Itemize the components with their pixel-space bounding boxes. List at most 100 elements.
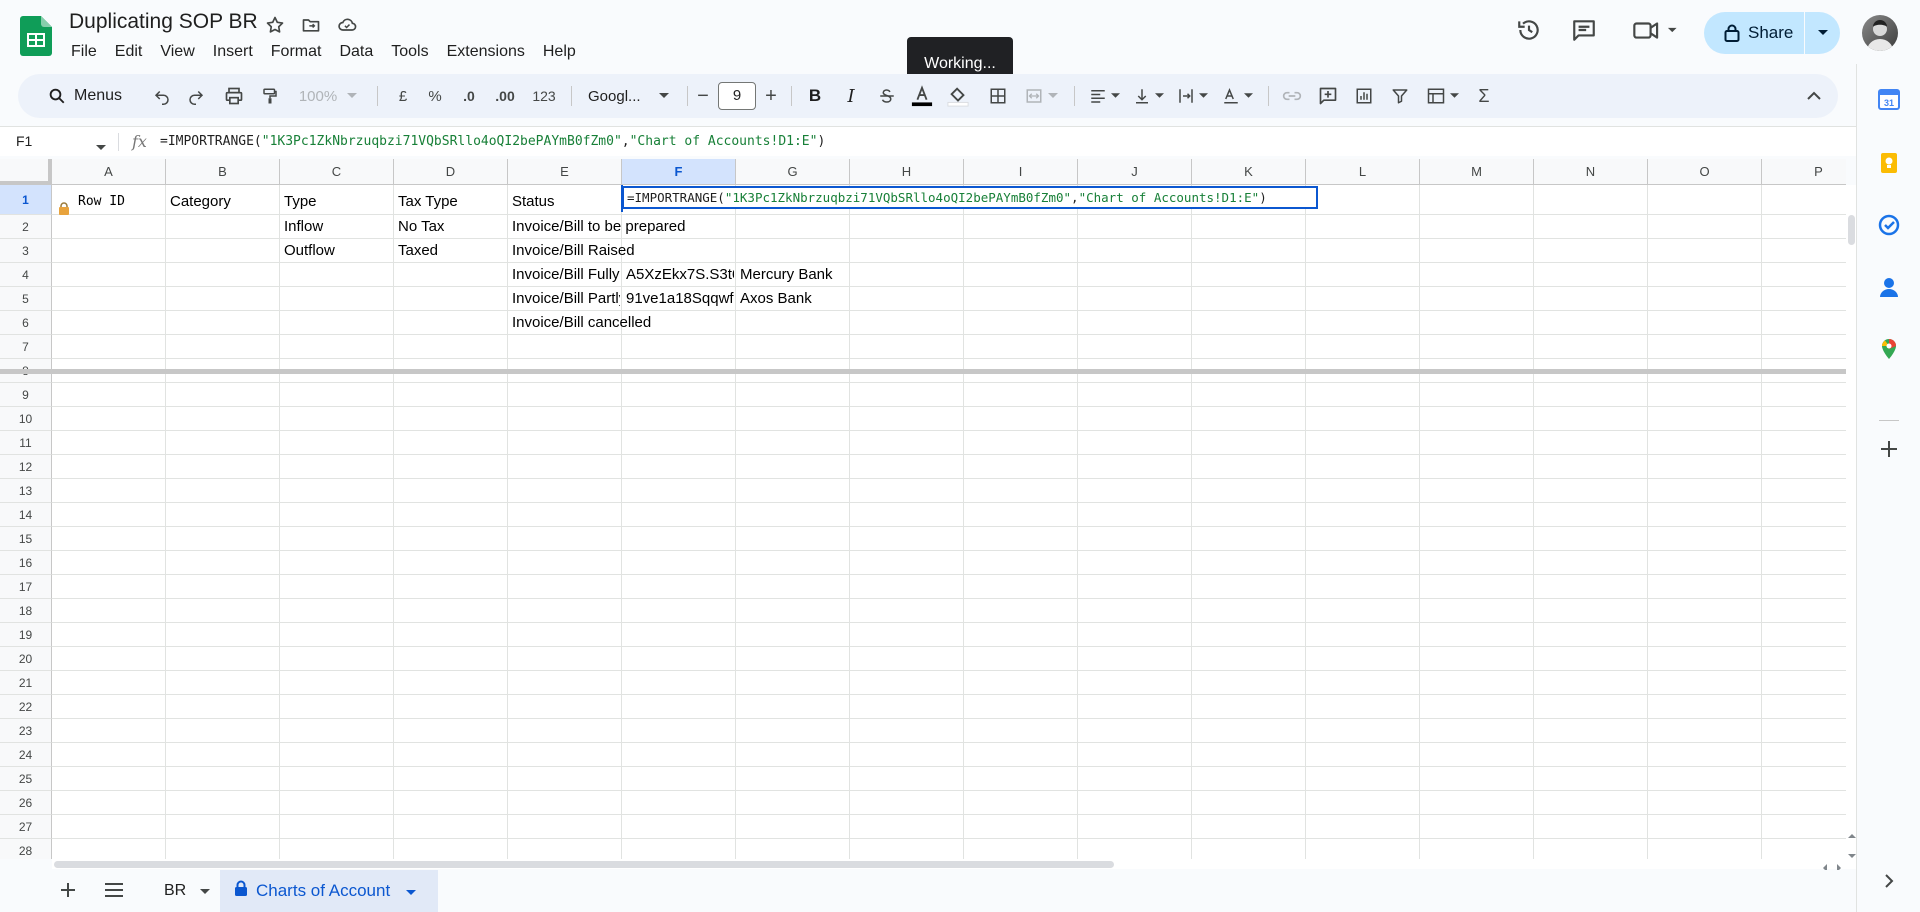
column-header-a[interactable]: A — [52, 159, 166, 185]
horizontal-scroll-thumb[interactable] — [54, 861, 1114, 868]
cell-d2[interactable]: No Tax — [394, 215, 506, 239]
row-header-12[interactable]: 12 — [0, 455, 52, 479]
row-header-26[interactable]: 26 — [0, 791, 52, 815]
menu-view[interactable]: View — [151, 41, 203, 63]
column-header-f[interactable]: F — [622, 159, 736, 185]
percent-button[interactable]: % — [420, 74, 450, 118]
column-header-i[interactable]: I — [964, 159, 1078, 185]
row-header-15[interactable]: 15 — [0, 527, 52, 551]
sheet-tab-charts-of-account[interactable]: Charts of Account — [220, 870, 438, 912]
paint-format-icon[interactable] — [254, 74, 286, 118]
decrease-font-size-icon[interactable]: − — [690, 74, 716, 118]
cell-c3[interactable]: Outflow — [280, 239, 392, 263]
row-header-7[interactable]: 7 — [0, 335, 52, 359]
row-header-19[interactable]: 19 — [0, 623, 52, 647]
scroll-up-icon[interactable] — [1848, 826, 1856, 844]
add-addon-icon[interactable] — [1878, 438, 1900, 460]
select-all-corner[interactable] — [0, 159, 52, 185]
expand-side-panel-icon[interactable] — [1878, 870, 1900, 892]
move-folder-icon[interactable] — [300, 14, 322, 36]
row-header-27[interactable]: 27 — [0, 815, 52, 839]
document-title[interactable]: Duplicating SOP BR — [69, 10, 258, 34]
increase-font-size-icon[interactable]: + — [758, 74, 784, 118]
column-header-h[interactable]: H — [850, 159, 964, 185]
more-formats-button[interactable]: 123 — [526, 74, 562, 118]
cell-g5[interactable]: Axos Bank — [736, 287, 848, 311]
cloud-saved-icon[interactable] — [336, 14, 358, 36]
text-color-icon[interactable] — [906, 74, 938, 118]
row-header-21[interactable]: 21 — [0, 671, 52, 695]
name-box[interactable]: F1 — [16, 133, 32, 149]
sheets-logo-icon[interactable] — [20, 16, 52, 56]
share-button[interactable]: Share — [1704, 12, 1840, 54]
font-family-select[interactable]: Googl... — [580, 74, 684, 118]
redo-icon[interactable] — [180, 74, 212, 118]
column-header-c[interactable]: C — [280, 159, 394, 185]
contacts-icon[interactable] — [1878, 276, 1900, 298]
chevron-down-icon[interactable] — [200, 882, 211, 900]
cell-c2[interactable]: Inflow — [280, 215, 392, 239]
cell-b1[interactable]: Category — [166, 185, 278, 215]
text-wrapping-icon[interactable] — [1172, 74, 1212, 118]
cell-e6[interactable]: Invoice/Bill cancelled — [508, 311, 734, 335]
row-header-10[interactable]: 10 — [0, 407, 52, 431]
cell-c1[interactable]: Type — [280, 185, 392, 215]
row-header-3[interactable]: 3 — [0, 239, 52, 263]
version-history-icon[interactable] — [1516, 17, 1542, 43]
undo-icon[interactable] — [146, 74, 178, 118]
cell-d1[interactable]: Tax Type — [394, 185, 506, 215]
maps-icon[interactable] — [1878, 338, 1900, 360]
add-sheet-icon[interactable] — [58, 880, 78, 905]
vertical-scrollbar[interactable] — [1846, 185, 1856, 865]
search-menus-button[interactable]: Menus — [32, 74, 144, 118]
column-header-n[interactable]: N — [1534, 159, 1648, 185]
column-header-b[interactable]: B — [166, 159, 280, 185]
menu-tools[interactable]: Tools — [382, 41, 437, 63]
comments-icon[interactable] — [1571, 17, 1597, 43]
all-sheets-menu-icon[interactable] — [104, 882, 124, 903]
keep-icon[interactable] — [1878, 152, 1900, 174]
avatar[interactable] — [1862, 15, 1898, 51]
cell-e4[interactable]: Invoice/Bill Fully — [508, 263, 620, 287]
row-header-25[interactable]: 25 — [0, 767, 52, 791]
decrease-decimal-button[interactable]: .0 — [453, 74, 485, 118]
filter-views-icon[interactable] — [1420, 74, 1464, 118]
row-header-23[interactable]: 23 — [0, 719, 52, 743]
insert-comment-icon[interactable] — [1312, 74, 1344, 118]
font-size-input[interactable]: 9 — [718, 82, 756, 110]
functions-sigma-icon[interactable]: Σ — [1468, 74, 1500, 118]
meet-video-icon[interactable] — [1632, 17, 1680, 43]
row-header-22[interactable]: 22 — [0, 695, 52, 719]
print-icon[interactable] — [218, 74, 250, 118]
column-header-k[interactable]: K — [1192, 159, 1306, 185]
row-header-24[interactable]: 24 — [0, 743, 52, 767]
cell-e5[interactable]: Invoice/Bill Partly — [508, 287, 620, 311]
row-header-20[interactable]: 20 — [0, 647, 52, 671]
frozen-row-divider[interactable] — [0, 369, 1846, 374]
menu-format[interactable]: Format — [262, 41, 331, 63]
row-header-11[interactable]: 11 — [0, 431, 52, 455]
row-header-4[interactable]: 4 — [0, 263, 52, 287]
name-box-dropdown-icon[interactable] — [96, 138, 106, 156]
column-header-j[interactable]: J — [1078, 159, 1192, 185]
menu-data[interactable]: Data — [330, 41, 382, 63]
italic-button[interactable]: I — [836, 74, 866, 118]
filter-icon[interactable] — [1384, 74, 1416, 118]
row-header-28[interactable]: 28 — [0, 839, 52, 859]
row-header-5[interactable]: 5 — [0, 287, 52, 311]
row-header-1[interactable]: 1 — [0, 185, 52, 215]
cell-editor-f1[interactable]: =IMPORTRANGE("1K3Pc1ZkNbrzuqbzi71VQbSRll… — [622, 186, 1318, 209]
row-header-13[interactable]: 13 — [0, 479, 52, 503]
cell-e3[interactable]: Invoice/Bill Raised — [508, 239, 734, 263]
cell-d3[interactable]: Taxed — [394, 239, 506, 263]
star-icon[interactable] — [264, 14, 286, 36]
currency-button[interactable]: £ — [388, 74, 418, 118]
row-header-6[interactable]: 6 — [0, 311, 52, 335]
horizontal-align-icon[interactable] — [1084, 74, 1124, 118]
cell-f4[interactable]: A5XzEkx7S.S3t6 — [622, 263, 734, 287]
strikethrough-icon[interactable] — [872, 74, 902, 118]
zoom-select[interactable]: 100% — [292, 74, 364, 118]
menu-file[interactable]: File — [62, 41, 106, 63]
borders-icon[interactable] — [982, 74, 1014, 118]
column-header-o[interactable]: O — [1648, 159, 1762, 185]
